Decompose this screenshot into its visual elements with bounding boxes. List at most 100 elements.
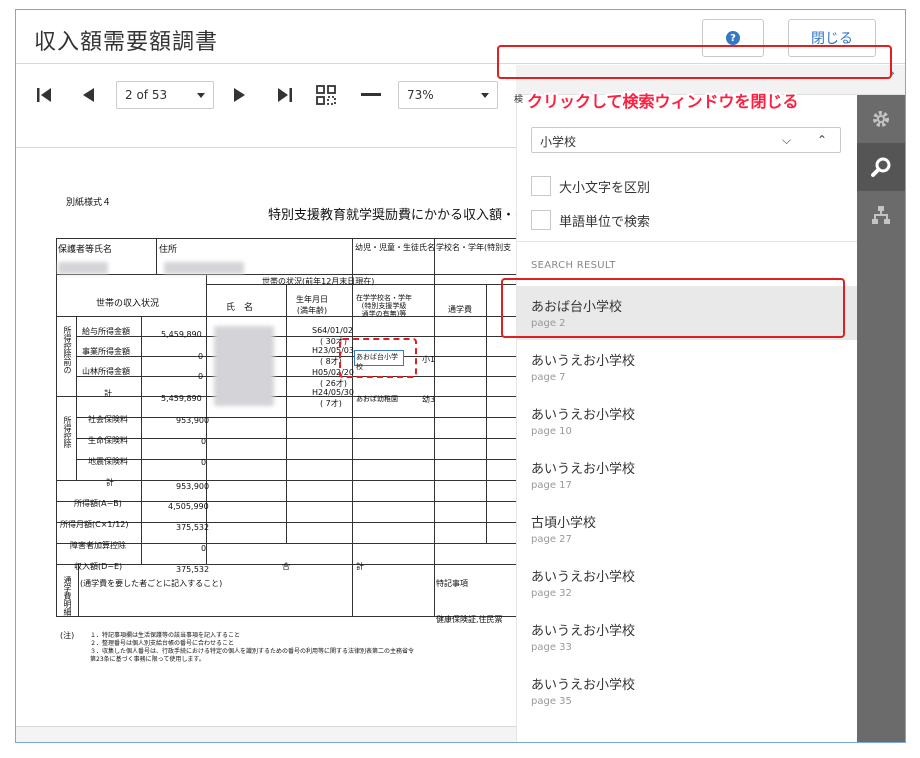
deduct-row-2: 生命保険料 [88, 436, 128, 445]
selected-result-annotation-box [501, 278, 845, 338]
case-sensitive-checkbox[interactable] [531, 176, 551, 196]
income-value-2: 0 [198, 352, 204, 361]
deduct-value-2: 0 [201, 437, 207, 446]
search-panel: 小学校 ⌵ ⌃ 大小文字を区別 単語単位で検索 SEARCH RESULT あお… [516, 95, 858, 742]
vertical-commute-label: 通学費明細 [63, 576, 72, 616]
school-label: 学校名・学年(特別支 [436, 243, 512, 252]
household-names-redacted [214, 326, 274, 406]
income-value-3: 0 [198, 372, 204, 381]
guardian-name-label: 保護者等氏名 [58, 245, 113, 255]
summary-value-2: 375,532 [176, 523, 210, 532]
income-row-4: 計 [104, 389, 112, 398]
vertical-deduct-label: 所得控除 [63, 416, 72, 448]
page-select[interactable]: 2 of 53 [116, 81, 214, 109]
total-label-2: 計 [356, 562, 364, 571]
deduct-row-4: 計 [106, 478, 114, 487]
close-panel-callout: クリックして検索ウィンドウを閉じる [527, 92, 799, 111]
gear-icon[interactable] [857, 95, 905, 143]
form-title: 特別支援教育就学奨励費にかかる収入額・需 [268, 208, 516, 223]
result-name: あいうえお小学校 [531, 408, 636, 423]
search-input[interactable]: 小学校 ⌵ ⌃ [531, 127, 841, 153]
search-result-item[interactable]: あいうえお小学校 page 35 [517, 664, 858, 718]
whole-word-label: 単語単位で検索 [559, 214, 651, 230]
guardian-name-redacted [58, 262, 108, 274]
summary-value-1: 4,505,990 [168, 502, 209, 511]
help-icon: ? [726, 31, 740, 45]
page-title: 収入額需要額調書 [34, 30, 219, 55]
grade-2: 幼3 [422, 395, 436, 404]
summary-row-4: 収入額(D−E) [74, 562, 123, 571]
result-page: page 10 [531, 426, 572, 437]
income-value-1: 5,459,890 [161, 330, 202, 339]
zoom-value: 73% [407, 88, 434, 102]
result-page: page 27 [531, 534, 572, 545]
vertical-before-label: 所得控除前の [63, 326, 72, 374]
search-result-item[interactable]: 古頃小学校 page 27 [517, 502, 858, 556]
search-result-item[interactable]: あいうえお小学校 page 10 [517, 394, 858, 448]
document-footer-bar [16, 726, 516, 742]
age-4: ( 7才) [320, 399, 342, 408]
viewer-window: 収入額需要額調書 ? 閉じる 2 of 53 73% 別紙様式４ 特別支援教育就… [15, 9, 906, 743]
birth-1: S64/01/02 [312, 326, 354, 335]
whole-word-option[interactable]: 単語単位で検索 [531, 209, 650, 231]
search-hit-text: あおば台小学校 [354, 350, 404, 371]
outline-tree-icon[interactable] [857, 191, 905, 239]
summary-value-4: 375,532 [176, 565, 210, 574]
whole-word-checkbox[interactable] [531, 210, 551, 230]
col-commute-label: 通学費 [448, 305, 472, 314]
summary-row-2: 所得月額(C×1/12) [60, 520, 129, 529]
address-redacted [164, 262, 244, 274]
case-sensitive-label: 大小文字を区別 [559, 180, 651, 196]
thumbnails-icon[interactable] [314, 83, 338, 107]
previous-page-icon[interactable] [78, 83, 98, 107]
form-label: 別紙様式４ [66, 198, 112, 208]
deduct-value-3: 0 [201, 458, 207, 467]
chevron-down-icon [197, 93, 205, 98]
deduct-row-1: 社会保険料 [88, 415, 128, 424]
income-status-label: 世帯の収入状況 [96, 299, 160, 309]
notes-label: (注) [60, 631, 75, 640]
household-status-label: 世帯の状況(前年12月末日現在) [262, 277, 375, 286]
income-row-1: 給与所得金額 [82, 327, 130, 336]
side-rail [857, 95, 905, 742]
search-result-item[interactable]: あいうえお小学校 page 17 [517, 448, 858, 502]
note-4: 第23条に基づく事務に限って使用します。 [90, 656, 205, 663]
result-name: あいうえお小学校 [531, 678, 636, 693]
search-query: 小学校 [540, 135, 577, 149]
total-label: 合 [282, 562, 290, 571]
school-other: あおば幼稚園 [356, 395, 398, 403]
result-page: page 7 [531, 372, 566, 383]
panel-divider [517, 241, 858, 242]
summary-row-3: 障害者加算控除 [70, 541, 126, 550]
deduct-value-4: 953,900 [176, 482, 210, 491]
viewer-toolbar: 2 of 53 73% [16, 65, 516, 125]
document-page[interactable]: 別紙様式４ 特別支援教育就学奨励費にかかる収入額・需 保護者等氏名 住所 幼児・… [16, 148, 516, 728]
last-page-icon[interactable] [274, 83, 296, 107]
col-name-label: 氏 名 [226, 303, 254, 313]
income-row-3: 山林所得金額 [82, 367, 130, 376]
first-page-icon[interactable] [34, 83, 54, 107]
case-sensitive-option[interactable]: 大小文字を区別 [531, 175, 650, 197]
search-result-item[interactable]: あいうえお小学校 page 7 [517, 340, 858, 394]
chevron-down-icon[interactable]: ⌵ [782, 133, 791, 148]
zoom-select[interactable]: 73% [398, 81, 498, 109]
special-note: 特記事項 [436, 579, 468, 588]
search-result-item[interactable]: あいうえお小学校 page 33 [517, 610, 858, 664]
page-indicator: 2 of 53 [125, 88, 168, 102]
next-page-icon[interactable] [230, 83, 250, 107]
search-icon[interactable] [857, 143, 905, 191]
col-birth-label: 生年月日 (満年齢) [296, 295, 328, 315]
result-name: あいうえお小学校 [531, 624, 636, 639]
zoom-out-icon[interactable] [360, 83, 382, 107]
insurance-note: 健康保険証,住民票 [436, 615, 503, 624]
col-school-label: 在学学校名・学年 (特別支援学級 通学の有無)等 [356, 294, 412, 318]
search-result-header: SEARCH RESULT [531, 260, 616, 271]
child-name-label: 幼児・児童・生徒氏名 [355, 243, 435, 252]
search-result-item[interactable]: あいうえお小学校 page 32 [517, 556, 858, 610]
chevron-up-icon[interactable]: ⌃ [817, 133, 827, 147]
deduct-row-3: 地震保険料 [88, 457, 128, 466]
result-page: page 33 [531, 642, 572, 653]
result-name: あいうえお小学校 [531, 462, 636, 477]
result-name: 古頃小学校 [531, 516, 597, 531]
result-page: page 17 [531, 480, 572, 491]
